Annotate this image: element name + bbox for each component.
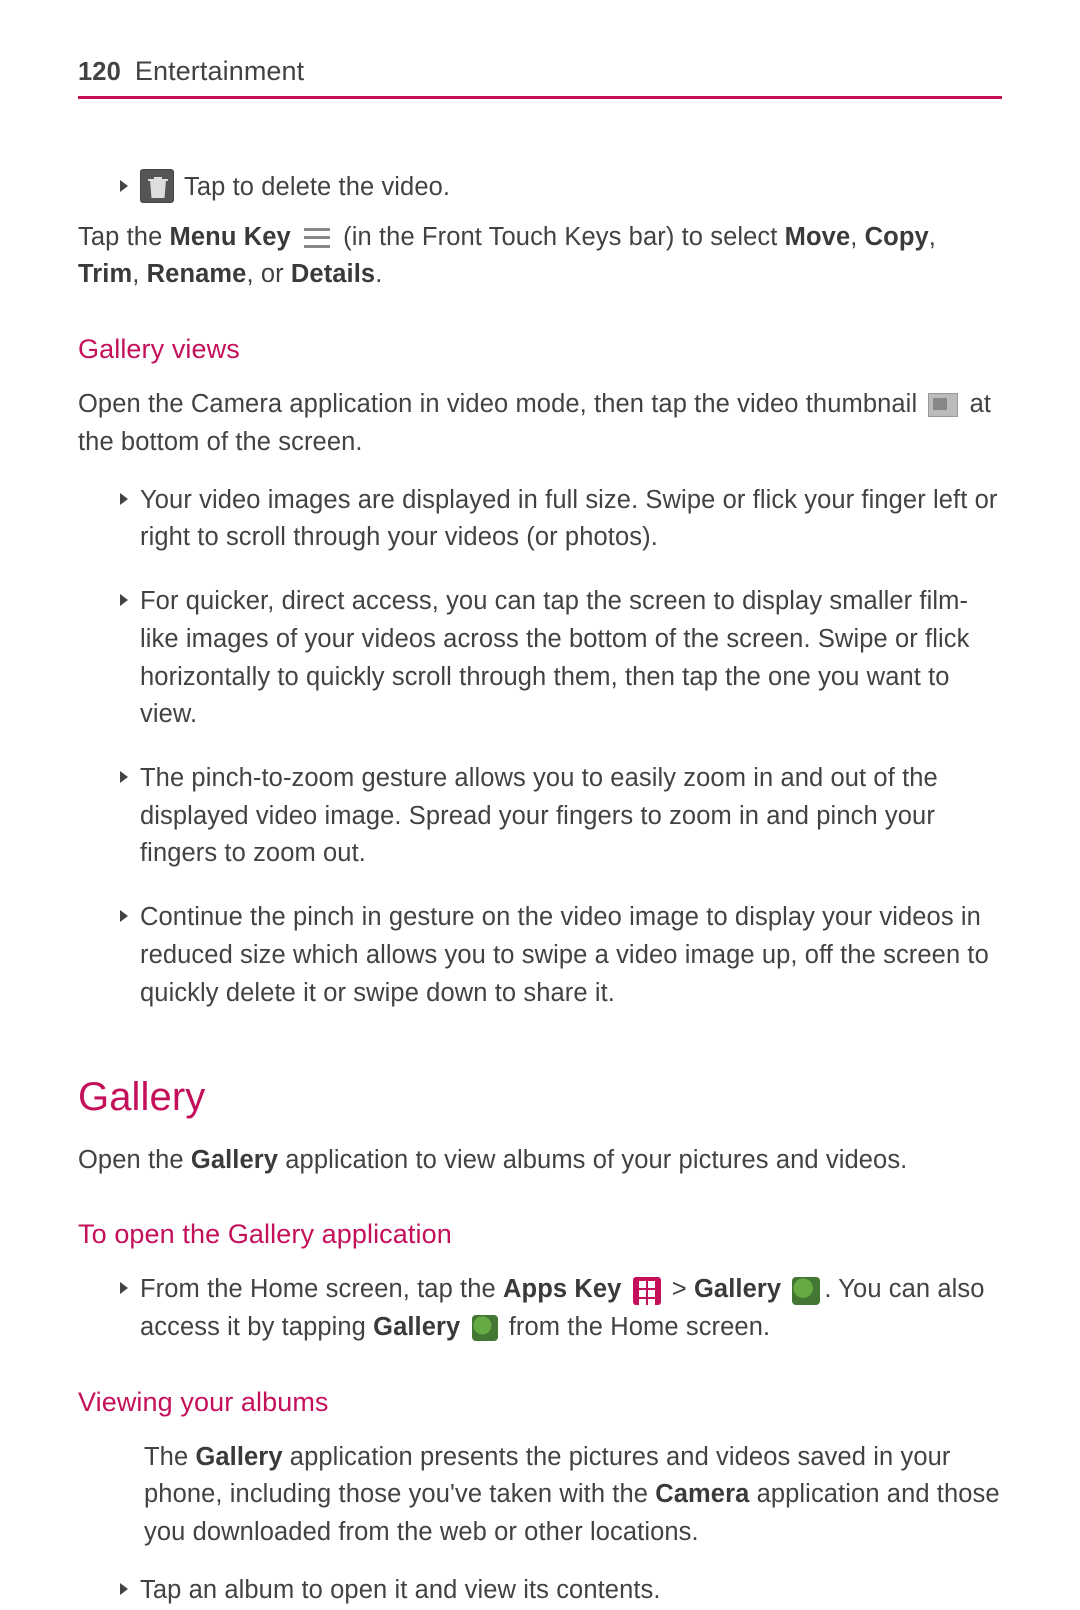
text: From the Home screen, tap the (140, 1275, 503, 1303)
move-label: Move (785, 223, 851, 251)
text: , (929, 223, 936, 251)
gallery-intro: Open the Gallery application to view alb… (78, 1142, 1002, 1180)
list-text: The pinch-to-zoom gesture allows you to … (140, 760, 1002, 873)
text: . (375, 260, 382, 288)
list-item: Continue the pinch in gesture on the vid… (120, 899, 1002, 1012)
text: (in the Front Touch Keys bar) to select (336, 223, 785, 251)
rename-label: Rename (147, 260, 247, 288)
gallery-views-list: Your video images are displayed in full … (120, 482, 1002, 1013)
bullet-caret-icon (120, 594, 128, 606)
page-header: 120 Entertainment (78, 52, 1002, 99)
open-gallery-text: From the Home screen, tap the Apps Key >… (140, 1271, 1002, 1346)
bullet-caret-icon (120, 180, 128, 192)
text: Open the Camera application in video mod… (78, 390, 924, 418)
bullet-caret-icon (120, 1583, 128, 1595)
delete-text: Tap to delete the video. (184, 169, 1002, 207)
gallery-views-heading: Gallery views (78, 330, 1002, 370)
menu-key-paragraph: Tap the Menu Key (in the Front Touch Key… (78, 219, 1002, 294)
open-gallery-bullet: From the Home screen, tap the Apps Key >… (120, 1271, 1002, 1346)
thumbnail-icon (928, 393, 958, 417)
menu-icon (304, 228, 330, 248)
page-number: 120 (78, 54, 121, 92)
text: Tap the (78, 223, 170, 251)
gallery-label: Gallery (694, 1275, 781, 1303)
apps-key-label: Apps Key (503, 1275, 621, 1303)
list-item: The pinch-to-zoom gesture allows you to … (120, 760, 1002, 873)
gallery-label: Gallery (195, 1443, 282, 1471)
bullet-caret-icon (120, 493, 128, 505)
gallery-label: Gallery (373, 1313, 460, 1341)
list-item: For quicker, direct access, you can tap … (120, 583, 1002, 734)
text: , or (246, 260, 290, 288)
gallery-label: Gallery (191, 1146, 278, 1174)
text: , (132, 260, 146, 288)
bullet-caret-icon (120, 1282, 128, 1294)
gallery-views-intro: Open the Camera application in video mod… (78, 386, 1002, 461)
list-item: Tap an album to open it and view its con… (120, 1572, 1002, 1610)
copy-label: Copy (865, 223, 929, 251)
trash-icon (140, 169, 174, 203)
delete-bullet: Tap to delete the video. (120, 169, 1002, 207)
details-label: Details (291, 260, 375, 288)
menu-key-label: Menu Key (170, 223, 291, 251)
section-title: Entertainment (135, 52, 304, 92)
gallery-icon (792, 1277, 820, 1305)
text: Open the (78, 1146, 191, 1174)
gallery-heading: Gallery (78, 1068, 1002, 1127)
text: The (144, 1443, 195, 1471)
apps-icon (633, 1277, 661, 1305)
viewing-albums-paragraph: The Gallery application presents the pic… (144, 1439, 1002, 1552)
trim-label: Trim (78, 260, 132, 288)
camera-label: Camera (655, 1480, 749, 1508)
open-gallery-heading: To open the Gallery application (78, 1215, 1002, 1255)
list-item: Your video images are displayed in full … (120, 482, 1002, 557)
list-text: Your video images are displayed in full … (140, 482, 1002, 557)
list-text: For quicker, direct access, you can tap … (140, 583, 1002, 734)
text: , (850, 223, 864, 251)
list-text: Continue the pinch in gesture on the vid… (140, 899, 1002, 1012)
bullet-caret-icon (120, 771, 128, 783)
bullet-caret-icon (120, 910, 128, 922)
text: > (665, 1275, 694, 1303)
list-text: Tap an album to open it and view its con… (140, 1572, 1002, 1610)
viewing-albums-heading: Viewing your albums (78, 1383, 1002, 1423)
text: from the Home screen. (502, 1313, 771, 1341)
text: application to view albums of your pictu… (278, 1146, 907, 1174)
gallery-icon (472, 1315, 498, 1341)
